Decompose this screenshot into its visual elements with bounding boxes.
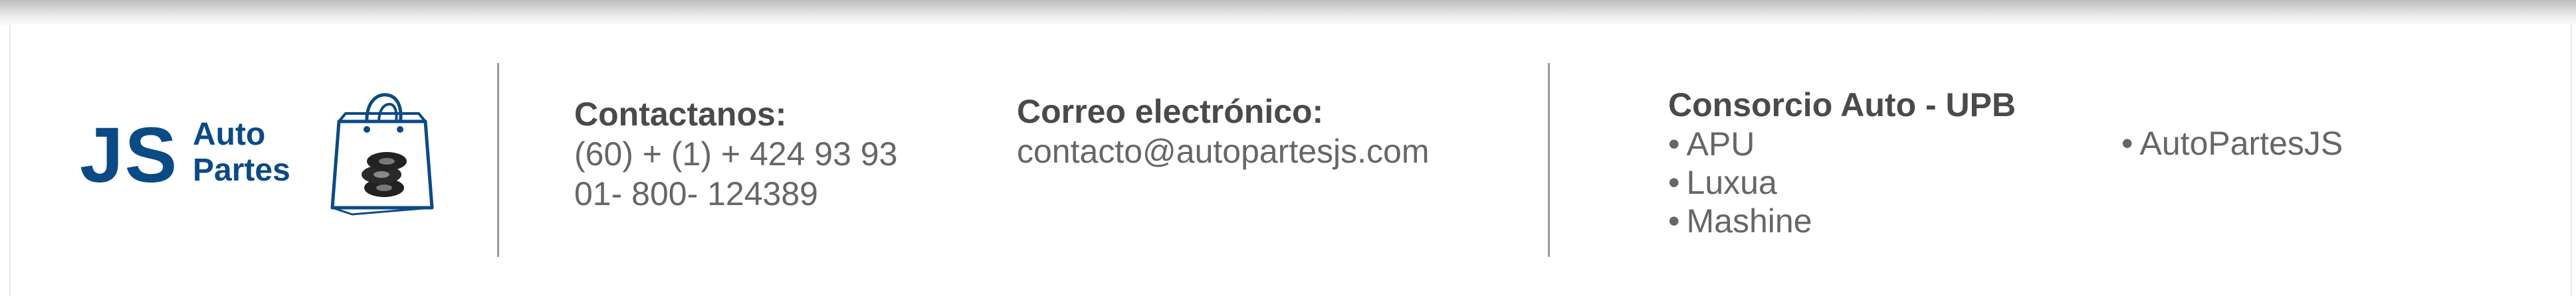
divider-right — [1548, 63, 1550, 257]
bullet: • — [1668, 202, 1680, 240]
bullet: • — [2121, 125, 2133, 162]
email-title: Correo electrónico: — [1017, 93, 1324, 130]
bullet: • — [1668, 164, 1680, 201]
consorcio-block-2: • AutoPartesJS — [2121, 123, 2343, 163]
top-shadow — [0, 0, 2576, 27]
divider-left — [497, 63, 499, 257]
logo-word-partes: Partes — [193, 153, 290, 188]
email-block: Correo electrónico: contacto@autopartesj… — [1017, 92, 1430, 171]
consorcio-block: Consorcio Auto - UPB • APU • Luxua • Mashin… — [1668, 85, 2016, 240]
consorcio-link-autopartesjs[interactable]: • AutoPartesJS — [2121, 123, 2343, 163]
consorcio-link-apu[interactable]: • APU — [1668, 125, 2016, 163]
contact-block: Contactanos: (60) + (1) + 424 93 93 01- … — [574, 94, 897, 214]
brand-logo[interactable]: JS Auto Partes — [80, 90, 439, 216]
email-address-link[interactable]: contacto@autopartesjs.com — [1017, 131, 1430, 171]
logo-word-auto: Auto — [193, 117, 266, 152]
contact-title: Contactanos: — [574, 96, 787, 133]
contact-phone-2[interactable]: 01- 800- 124389 — [574, 174, 897, 214]
shopping-bag-tires-icon — [330, 93, 434, 216]
logo-initials: JS — [80, 111, 179, 199]
consorcio-link-luxua[interactable]: • Luxua — [1668, 163, 2016, 202]
contact-phone-1[interactable]: (60) + (1) + 424 93 93 — [574, 134, 897, 174]
consorcio-link-mashine[interactable]: • Mashine — [1668, 202, 2016, 240]
footer-page: JS Auto Partes Contactanos: (60) + (1) +… — [0, 0, 2576, 296]
bullet: • — [1668, 125, 1680, 163]
consorcio-title: Consorcio Auto - UPB — [1668, 86, 2016, 123]
